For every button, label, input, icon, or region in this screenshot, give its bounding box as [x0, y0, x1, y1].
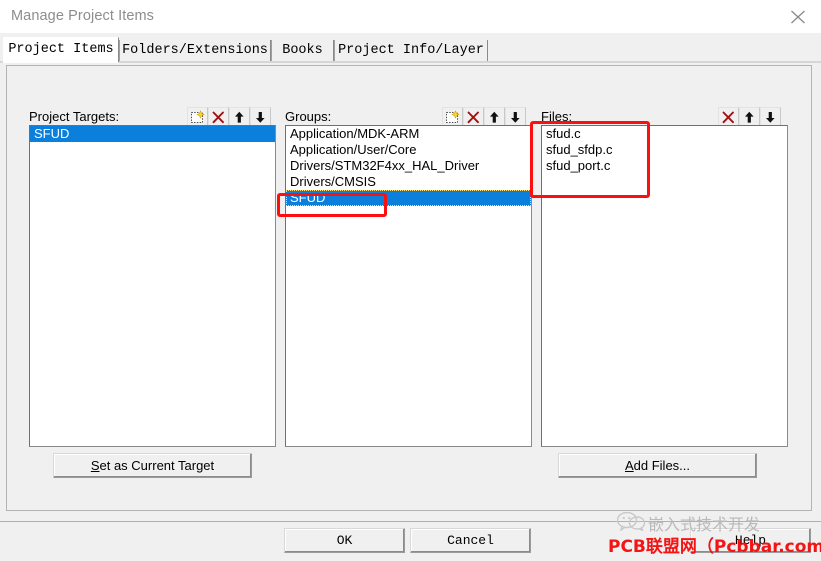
files-list[interactable]: sfud.c sfud_sfdp.c sfud_port.c — [541, 125, 788, 447]
groups-move-up-button[interactable] — [484, 107, 505, 127]
manage-project-items-dialog: Manage Project Items Project Items Folde… — [0, 0, 821, 561]
project-targets-label: Project Targets: — [29, 109, 120, 124]
list-item[interactable]: Drivers/CMSIS — [286, 174, 531, 190]
files-move-down-button[interactable] — [760, 107, 781, 127]
groups-label: Groups: — [285, 109, 332, 124]
help-button[interactable]: Help — [690, 528, 811, 553]
add-files-accel: A — [624, 458, 634, 473]
targets-new-item-button[interactable] — [187, 107, 208, 127]
targets-delete-button[interactable] — [208, 107, 229, 127]
dialog-button-bar: OK Cancel Help — [0, 522, 821, 561]
files-toolbar — [718, 107, 781, 127]
list-item[interactable]: Drivers/STM32F4xx_HAL_Driver — [286, 158, 531, 174]
project-items-frame: Project Targets: SFUD Groups: Applicatio… — [6, 65, 812, 511]
tab-project-info-layer[interactable]: Project Info/Layer — [334, 40, 488, 61]
add-files-label: dd Files... — [633, 458, 691, 473]
targets-move-down-button[interactable] — [250, 107, 271, 127]
list-item[interactable]: SFUD — [30, 126, 275, 142]
project-targets-list[interactable]: SFUD — [29, 125, 276, 447]
set-target-label: et as Current Target — [99, 458, 215, 473]
tab-strip: Project Items Folders/Extensions Books P… — [0, 33, 821, 63]
dialog-body: Project Targets: SFUD Groups: Applicatio… — [0, 62, 821, 522]
list-item[interactable]: sfud_port.c — [542, 158, 787, 174]
title-bar: Manage Project Items — [0, 0, 821, 34]
tab-project-items[interactable]: Project Items — [3, 37, 119, 62]
groups-delete-button[interactable] — [463, 107, 484, 127]
groups-new-item-button[interactable] — [442, 107, 463, 127]
list-item[interactable]: sfud_sfdp.c — [542, 142, 787, 158]
files-delete-button[interactable] — [718, 107, 739, 127]
window-title: Manage Project Items — [11, 8, 155, 24]
files-label: Files: — [541, 109, 573, 124]
set-target-accel: S — [90, 458, 100, 473]
ok-button[interactable]: OK — [284, 528, 405, 553]
project-targets-toolbar — [187, 107, 271, 127]
close-button[interactable] — [775, 0, 821, 33]
active-tab-joint — [3, 60, 118, 63]
groups-move-down-button[interactable] — [505, 107, 526, 127]
cancel-button[interactable]: Cancel — [410, 528, 531, 553]
list-item[interactable]: sfud.c — [542, 126, 787, 142]
tab-folders-extensions[interactable]: Folders/Extensions — [119, 40, 271, 61]
set-as-current-target-button[interactable]: Set as Current Target — [53, 453, 252, 478]
groups-toolbar — [442, 107, 526, 127]
tab-books[interactable]: Books — [271, 40, 334, 61]
list-item[interactable]: Application/MDK-ARM — [286, 126, 531, 142]
targets-move-up-button[interactable] — [229, 107, 250, 127]
list-item[interactable]: SFUD — [286, 190, 531, 206]
list-item[interactable]: Application/User/Core — [286, 142, 531, 158]
add-files-button[interactable]: Add Files... — [558, 453, 757, 478]
files-move-up-button[interactable] — [739, 107, 760, 127]
groups-list[interactable]: Application/MDK-ARM Application/User/Cor… — [285, 125, 532, 447]
